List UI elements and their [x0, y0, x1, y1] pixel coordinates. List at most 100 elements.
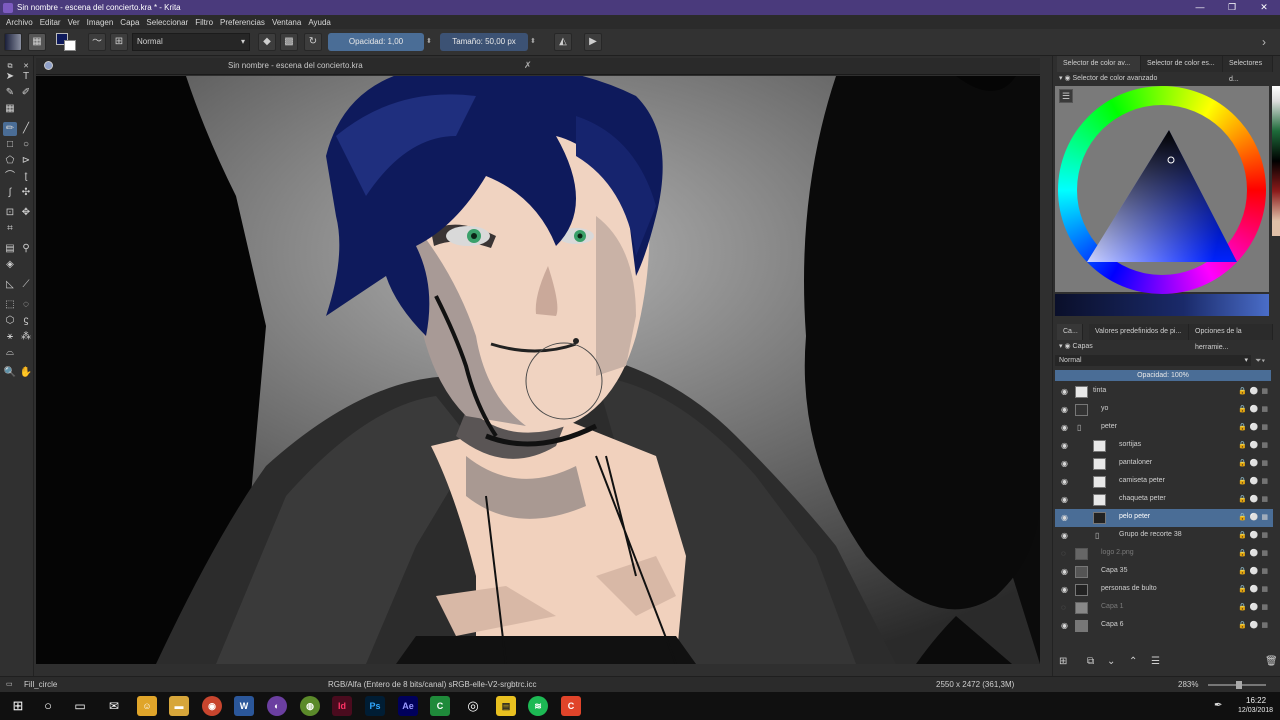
layer-filter-icon[interactable]: ⏷▾: [1255, 355, 1271, 366]
layer-row[interactable]: ◉ sortijas 🔒⚪▦: [1055, 437, 1273, 455]
app-icon[interactable]: ◍: [300, 696, 320, 716]
menu-archivo[interactable]: Archivo: [6, 18, 33, 27]
reload-preset-icon[interactable]: ↻: [304, 33, 322, 51]
word-icon[interactable]: W: [234, 696, 254, 716]
opacity-slider[interactable]: Opacidad: 1,00: [328, 33, 424, 51]
color-selector-area[interactable]: ☰: [1055, 86, 1269, 294]
duplicate-layer-icon[interactable]: ⧉: [1087, 656, 1094, 667]
eraser-mode-icon[interactable]: ◆: [258, 33, 276, 51]
app-icon[interactable]: ☺: [137, 696, 157, 716]
eye-closed-icon[interactable]: ◌: [1061, 603, 1071, 613]
move-up-icon[interactable]: ⌃: [1129, 656, 1137, 667]
edit-shapes-icon[interactable]: ✎: [3, 86, 17, 100]
menu-ver[interactable]: Ver: [68, 18, 80, 27]
close-button[interactable]: ✕: [1248, 0, 1280, 15]
spotify-icon[interactable]: ≋: [528, 696, 548, 716]
document-tab-title[interactable]: Sin nombre - escena del concierto.kra: [228, 61, 363, 70]
zoom-tool-icon[interactable]: 🔍: [3, 366, 17, 380]
task-view-icon[interactable]: ▭: [70, 696, 90, 716]
after-effects-icon[interactable]: Ae: [398, 696, 418, 716]
rectangle-tool-icon[interactable]: □: [3, 138, 17, 152]
menu-preferencias[interactable]: Preferencias: [220, 18, 265, 27]
saturation-value-triangle[interactable]: [1079, 116, 1239, 276]
layer-row[interactable]: ◉ pantaloner 🔒⚪▦: [1055, 455, 1273, 473]
color-history-strip[interactable]: [1055, 294, 1269, 316]
layer-blend-select[interactable]: Normal ▾: [1055, 355, 1251, 366]
tab-tool-options[interactable]: Opciones de la herramie...: [1189, 324, 1273, 351]
tab-advanced-color-selector[interactable]: Selector de color av...: [1057, 56, 1141, 72]
layer-props-icons[interactable]: 🔒⚪▦: [1238, 441, 1271, 449]
eye-icon[interactable]: ◉: [1061, 387, 1071, 397]
menu-seleccionar[interactable]: Seleccionar: [146, 18, 188, 27]
eye-icon[interactable]: ◉: [1061, 567, 1071, 577]
color-settings-icon[interactable]: ☰: [1059, 89, 1073, 103]
calligraphy-icon[interactable]: ✐: [19, 86, 33, 100]
text-tool-icon[interactable]: T: [19, 70, 33, 84]
file-explorer-icon[interactable]: ▬: [169, 696, 189, 716]
transform-tool-icon[interactable]: ⊡: [3, 206, 17, 220]
line-tool-icon[interactable]: ╱: [19, 122, 33, 136]
eye-icon[interactable]: ◉: [1061, 423, 1071, 433]
bezier-select-icon[interactable]: ⌓: [3, 346, 17, 360]
layer-props-icons[interactable]: 🔒⚪▦: [1238, 513, 1271, 521]
layer-row[interactable]: ◉ tinta 🔒⚪▦: [1055, 383, 1273, 401]
indesign-icon[interactable]: Id: [332, 696, 352, 716]
layer-props-icons[interactable]: 🔒⚪▦: [1238, 459, 1271, 467]
tab-specific-color-selector[interactable]: Selector de color es...: [1141, 56, 1223, 72]
mirror-vertical-icon[interactable]: ▶: [584, 33, 602, 51]
pattern-button[interactable]: ▦: [28, 33, 46, 51]
app-icon[interactable]: C: [561, 696, 581, 716]
toolbar-overflow-icon[interactable]: ›: [1262, 33, 1274, 51]
delete-layer-icon[interactable]: 🗑: [1265, 656, 1278, 667]
layer-row[interactable]: ◉ Capa 6 🔒⚪▦: [1055, 617, 1273, 635]
assistant-tool-icon[interactable]: ◺: [3, 278, 17, 292]
camtasia-icon[interactable]: C: [430, 696, 450, 716]
layer-props-icons[interactable]: 🔒⚪▦: [1238, 603, 1271, 611]
layer-props-icons[interactable]: 🔒⚪▦: [1238, 387, 1271, 395]
opacity-spin-icon[interactable]: ⬍: [426, 33, 434, 51]
eye-closed-icon[interactable]: ◌: [1061, 549, 1071, 559]
menu-filtro[interactable]: Filtro: [195, 18, 213, 27]
color-swatch-button[interactable]: [56, 33, 78, 51]
eye-icon[interactable]: ◉: [1061, 441, 1071, 451]
eye-icon[interactable]: ◉: [1061, 459, 1071, 469]
eye-icon[interactable]: ◉: [1061, 405, 1071, 415]
tab-color-selectors[interactable]: Selectores d...: [1223, 56, 1273, 83]
tab-ca[interactable]: Ca...: [1057, 324, 1083, 340]
clock-date[interactable]: 12/03/2018: [1238, 707, 1273, 714]
obs-icon[interactable]: ◎: [463, 696, 483, 716]
layer-props-icons[interactable]: 🔒⚪▦: [1238, 531, 1271, 539]
size-slider[interactable]: Tamaño: 50,00 px: [440, 33, 528, 51]
layer-row[interactable]: ◉ ▯ peter 🔒⚪▦: [1055, 419, 1273, 437]
layer-props-icons[interactable]: 🔒⚪▦: [1238, 567, 1271, 575]
eye-icon[interactable]: ◉: [1061, 495, 1071, 505]
pen-icon[interactable]: ✒: [1214, 700, 1222, 711]
chrome-icon[interactable]: ◉: [202, 696, 222, 716]
multibrush-icon[interactable]: ✣: [19, 186, 33, 200]
polyline-tool-icon[interactable]: ⊳: [19, 154, 33, 168]
freehand-path-icon[interactable]: ʈ: [19, 170, 33, 184]
ellipse-select-icon[interactable]: ◌: [19, 298, 33, 312]
layer-props-icons[interactable]: 🔒⚪▦: [1238, 495, 1271, 503]
move-tool-icon[interactable]: ✥: [19, 206, 33, 220]
layer-props-icons[interactable]: 🔒⚪▦: [1238, 585, 1271, 593]
layer-row-selected[interactable]: ◉ pelo peter 🔒⚪▦: [1055, 509, 1273, 527]
menu-ayuda[interactable]: Ayuda: [308, 18, 331, 27]
layer-row[interactable]: ◉ Capa 35 🔒⚪▦: [1055, 563, 1273, 581]
search-icon[interactable]: ○: [38, 696, 58, 716]
add-layer-icon[interactable]: ⊞: [1059, 656, 1067, 667]
krita-icon[interactable]: ◐: [267, 696, 287, 716]
photoshop-icon[interactable]: Ps: [365, 696, 385, 716]
polygon-select-icon[interactable]: ⬡: [3, 314, 17, 328]
eye-icon[interactable]: ◉: [1061, 531, 1071, 541]
layer-row[interactable]: ◉ yo 🔒⚪▦: [1055, 401, 1273, 419]
brush-editor-icon[interactable]: ⊞: [110, 33, 128, 51]
eye-icon[interactable]: ◉: [1061, 513, 1071, 523]
clock-time[interactable]: 16:22: [1246, 696, 1266, 705]
polygon-tool-icon[interactable]: ⬠: [3, 154, 17, 168]
layer-properties-icon[interactable]: ☰: [1151, 656, 1160, 667]
minimize-button[interactable]: —: [1184, 0, 1216, 15]
menu-editar[interactable]: Editar: [40, 18, 61, 27]
gradient-fill-icon[interactable]: ▤: [3, 242, 17, 256]
mirror-horizontal-icon[interactable]: ◭: [554, 33, 572, 51]
